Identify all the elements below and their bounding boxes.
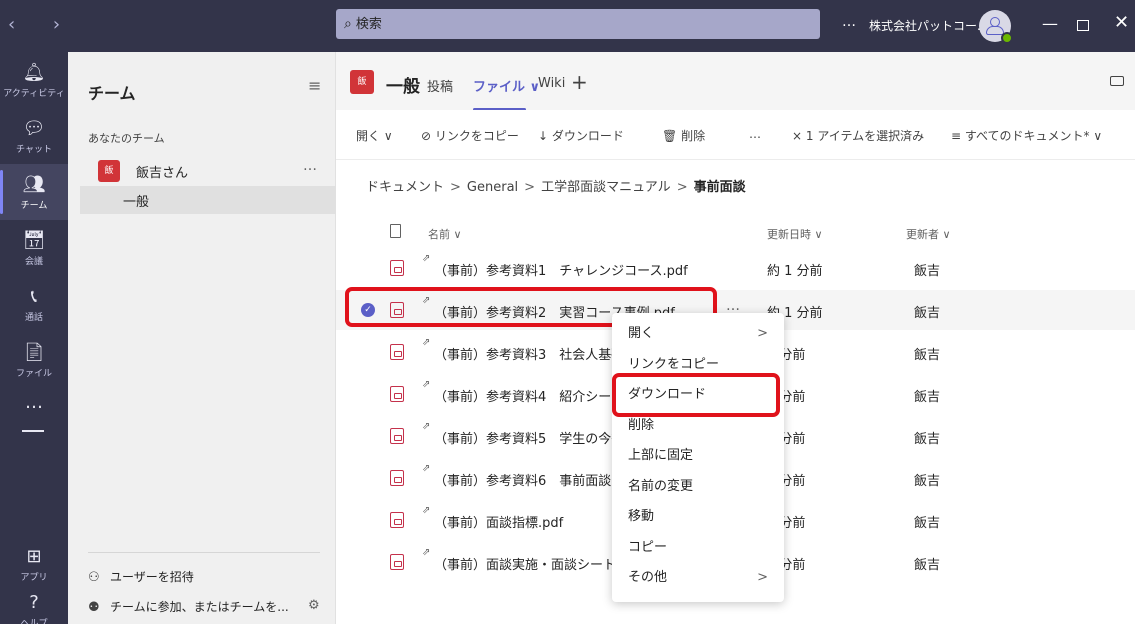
video-icon[interactable] bbox=[1110, 76, 1124, 86]
apps-icon: ⊞ bbox=[26, 546, 42, 567]
download-icon: ↓ bbox=[538, 129, 552, 143]
rail-item-calls[interactable]: 📞︎ 通話 bbox=[0, 276, 68, 332]
presence-icon bbox=[1001, 32, 1013, 44]
rail-item-activity[interactable]: 🔔︎ アクティビティ bbox=[0, 52, 68, 108]
shared-icon: ⇗ bbox=[422, 253, 431, 264]
copy-link-button[interactable]: ⊘ リンクをコピー bbox=[421, 127, 519, 144]
tab-posts[interactable]: 投稿 bbox=[427, 76, 453, 95]
team-avatar: 飯 bbox=[98, 160, 120, 182]
clear-selection-button[interactable]: × 1 アイテムを選択済み bbox=[792, 127, 924, 144]
phone-icon: 📞︎ bbox=[30, 286, 38, 307]
menu-item-rename[interactable]: 名前の変更 bbox=[612, 472, 784, 502]
menu-item-copy[interactable]: コピー bbox=[612, 533, 784, 563]
nav-arrows[interactable]: ‹ › bbox=[8, 14, 76, 35]
menu-item-more[interactable]: その他 > bbox=[612, 563, 784, 593]
add-tab-button[interactable]: + bbox=[571, 70, 588, 94]
filter-icon[interactable]: ≡ bbox=[308, 76, 321, 95]
page-title: 一般 bbox=[386, 77, 420, 97]
breadcrumb-item[interactable]: General bbox=[467, 180, 518, 195]
gear-icon[interactable]: ⚙ bbox=[308, 598, 320, 613]
highlight-download bbox=[612, 373, 780, 417]
team-item[interactable]: 飯 飯吉さん … bbox=[88, 156, 336, 188]
invite-user-button[interactable]: ⚇ ユーザーを招待 bbox=[88, 568, 194, 585]
teams-pane: チーム ≡ あなたのチーム 飯 飯吉さん … 一般 ⚇ ユーザーを招待 ⚉ チームに… bbox=[68, 52, 336, 624]
shared-icon: ⇗ bbox=[422, 505, 431, 516]
rail-item-files[interactable]: 📄︎ ファイル bbox=[0, 332, 68, 388]
minimize-button[interactable]: — bbox=[1042, 14, 1058, 33]
column-name[interactable]: 名前 ∨ bbox=[428, 226, 462, 242]
channel-name: 一般 bbox=[123, 195, 150, 210]
tab-files[interactable]: ファイル ∨ bbox=[473, 76, 540, 111]
file-type-column-icon bbox=[390, 224, 401, 238]
breadcrumb-current: 事前面談 bbox=[693, 180, 746, 195]
pdf-file-icon bbox=[390, 344, 404, 360]
app-rail: 🔔︎ アクティビティ 💬︎ チャット 👥︎ チーム 📅︎ 会議 📞︎ 通話 📄︎… bbox=[0, 52, 68, 624]
close-button[interactable]: ✕ bbox=[1114, 12, 1129, 33]
search-input[interactable]: ⌕ 検索 bbox=[336, 9, 820, 39]
rail-divider bbox=[22, 430, 44, 432]
pdf-file-icon bbox=[390, 512, 404, 528]
search-icon: ⌕ bbox=[344, 16, 352, 32]
add-user-icon: ⚇ bbox=[88, 570, 100, 585]
toolbar-more-button[interactable]: … bbox=[749, 127, 761, 141]
team-more-button[interactable]: … bbox=[303, 158, 317, 174]
file-icon: 📄︎ bbox=[22, 342, 46, 363]
divider bbox=[88, 552, 320, 553]
channel-header: 飯 一般 投稿 ファイル ∨ Wiki + bbox=[336, 52, 1135, 111]
join-team-icon: ⚉ bbox=[88, 600, 100, 615]
link-icon: ⊘ bbox=[421, 129, 435, 143]
org-name[interactable]: 株式会社パットコー... bbox=[869, 17, 988, 34]
row-more-button[interactable]: … bbox=[726, 298, 740, 314]
table-row[interactable]: ⇗ （事前）参考資料1 チャレンジコース.pdf 約 1 分前 飯吉 bbox=[336, 248, 1135, 288]
section-heading: あなたのチーム bbox=[88, 132, 165, 145]
pdf-file-icon bbox=[390, 260, 404, 276]
context-menu: 開く > リンクをコピー ダウンロード 削除 上部に固定 名前の変更 移動 コピー… bbox=[612, 313, 784, 602]
bell-icon: 🔔︎ bbox=[22, 62, 46, 83]
shared-icon: ⇗ bbox=[422, 463, 431, 474]
rail-item-meetings[interactable]: 📅︎ 会議 bbox=[0, 220, 68, 276]
open-button[interactable]: 開く ∨ bbox=[356, 127, 393, 144]
menu-item-pin-to-top[interactable]: 上部に固定 bbox=[612, 441, 784, 471]
menu-item-move[interactable]: 移動 bbox=[612, 502, 784, 532]
chevron-right-icon: > bbox=[757, 326, 768, 341]
download-button[interactable]: ↓ ダウンロード bbox=[538, 127, 624, 144]
rail-item-help[interactable]: ? ヘルプ bbox=[0, 582, 68, 624]
shared-icon: ⇗ bbox=[422, 547, 431, 558]
column-modified[interactable]: 更新日時 ∨ bbox=[767, 226, 823, 242]
rail-more-button[interactable]: … bbox=[0, 392, 68, 413]
shared-icon: ⇗ bbox=[422, 421, 431, 432]
team-name: 飯吉さん bbox=[136, 166, 189, 181]
join-team-button[interactable]: ⚉ チームに参加、またはチームを... bbox=[88, 598, 289, 615]
pdf-file-icon bbox=[390, 554, 404, 570]
calendar-icon: 📅︎ bbox=[22, 230, 46, 251]
title-bar: ‹ › ⌕ 検索 … 株式会社パットコー... — ✕ bbox=[0, 0, 1135, 52]
delete-button[interactable]: 🗑︎ 削除 bbox=[662, 127, 705, 144]
breadcrumb-item[interactable]: 工学部面談マニュアル bbox=[541, 180, 671, 195]
rail-item-chat[interactable]: 💬︎ チャット bbox=[0, 108, 68, 164]
teams-icon: 👥︎ bbox=[22, 174, 46, 195]
view-selector[interactable]: ≡ すべてのドキュメント* ∨ bbox=[951, 127, 1102, 144]
chevron-right-icon: > bbox=[757, 570, 768, 585]
breadcrumb: ドキュメント > General > 工学部面談マニュアル > 事前面談 bbox=[366, 180, 746, 195]
channel-avatar: 飯 bbox=[350, 70, 374, 94]
trash-icon: 🗑︎ bbox=[662, 129, 682, 143]
maximize-button[interactable] bbox=[1077, 20, 1089, 31]
file-toolbar: 開く ∨ ⊘ リンクをコピー ↓ ダウンロード 🗑︎ 削除 … × 1 アイテム… bbox=[336, 110, 1135, 160]
shared-icon: ⇗ bbox=[422, 337, 431, 348]
chat-icon: 💬︎ bbox=[22, 118, 46, 139]
column-modified-by[interactable]: 更新者 ∨ bbox=[906, 226, 951, 242]
breadcrumb-item[interactable]: ドキュメント bbox=[366, 180, 444, 195]
pdf-file-icon bbox=[390, 428, 404, 444]
channel-item-general[interactable]: 一般 bbox=[80, 186, 336, 214]
avatar[interactable] bbox=[979, 10, 1013, 44]
tab-wiki[interactable]: Wiki bbox=[538, 76, 565, 91]
pdf-file-icon bbox=[390, 386, 404, 402]
pdf-file-icon bbox=[390, 470, 404, 486]
menu-item-open[interactable]: 開く > bbox=[612, 319, 784, 349]
more-options-button[interactable]: … bbox=[842, 14, 856, 30]
rail-item-teams[interactable]: 👥︎ チーム bbox=[0, 164, 68, 220]
help-icon: ? bbox=[29, 592, 39, 613]
pane-title: チーム bbox=[88, 84, 136, 103]
shared-icon: ⇗ bbox=[422, 379, 431, 390]
